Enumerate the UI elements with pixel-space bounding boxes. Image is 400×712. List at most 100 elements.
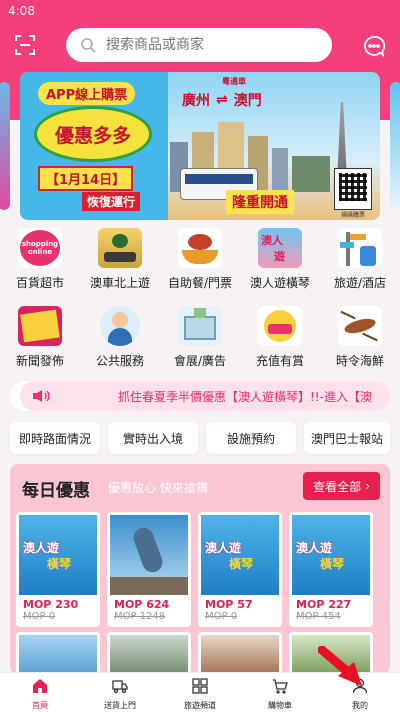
view-all-button[interactable]: 查看全部 › bbox=[303, 472, 380, 500]
category-label: 澳人遊橫琴 bbox=[249, 276, 310, 290]
category-label: 新聞發佈 bbox=[15, 354, 64, 368]
deal-price: MOP 230 bbox=[23, 598, 79, 611]
banner-carousel[interactable]: APP線上購票 優惠多多 【1月14日】 恢復運行 粵通車 廣州 ⇌ 澳門 隆重… bbox=[0, 70, 400, 220]
quick-link-bus-report[interactable]: 澳門巴士報站 bbox=[304, 422, 390, 454]
deal-image-aquarium bbox=[110, 515, 188, 595]
deal-card[interactable] bbox=[198, 632, 282, 674]
qr-code-icon bbox=[334, 168, 372, 210]
top-header bbox=[0, 22, 400, 70]
deal-card[interactable] bbox=[16, 632, 100, 674]
deal-card[interactable]: MOP 624 MOP 1248 bbox=[107, 512, 191, 627]
grid-icon bbox=[192, 678, 208, 694]
category-label: 百貨超市 bbox=[15, 276, 64, 290]
category-label: 時令海鮮 bbox=[335, 354, 384, 368]
deal-card[interactable]: 澳人遊 橫琴 MOP 57 MOP 0 bbox=[198, 512, 282, 627]
cart-icon bbox=[273, 679, 288, 694]
status-bar: 4:08 bbox=[0, 0, 400, 22]
category-car-north[interactable]: 澳車北上遊 bbox=[80, 228, 160, 291]
marquee-text: 抓住春夏季半價優惠【澳人遊橫琴】!!-進入【澳 bbox=[118, 390, 372, 404]
deal-original-price: MOP 0 bbox=[205, 611, 238, 622]
banner-promo-panel: APP線上購票 優惠多多 【1月14日】 恢復運行 bbox=[20, 72, 168, 220]
deal-card[interactable] bbox=[107, 632, 191, 674]
tab-delivery[interactable]: 送貨上門 bbox=[80, 673, 160, 712]
route-arrow-icon: ⇌ bbox=[216, 92, 228, 108]
deal-original-price: MOP 0 bbox=[23, 611, 56, 622]
category-label: 會展/廣告 bbox=[173, 354, 227, 368]
category-department-store[interactable]: shopping online 百貨超市 bbox=[0, 228, 80, 291]
pointer-arrow-icon bbox=[318, 646, 362, 686]
next-banner-peek[interactable] bbox=[390, 82, 400, 210]
chat-icon[interactable] bbox=[362, 34, 386, 58]
speaker-icon bbox=[33, 390, 50, 402]
car-north-icon bbox=[98, 228, 142, 268]
banner-route: 廣州 ⇌ 澳門 bbox=[182, 90, 262, 110]
deal-image bbox=[201, 635, 279, 674]
promo-banner[interactable]: APP線上購票 優惠多多 【1月14日】 恢復運行 粵通車 廣州 ⇌ 澳門 隆重… bbox=[20, 72, 380, 220]
search-bar[interactable] bbox=[66, 28, 332, 62]
deals-subtitle: 優惠放心 快來搶購 bbox=[108, 481, 208, 495]
announcement-marquee[interactable]: 抓住春夏季半價優惠【澳人遊橫琴】!!-進入【澳 bbox=[10, 381, 390, 411]
search-icon bbox=[81, 38, 96, 53]
qr-caption: 掃碼購票 bbox=[340, 212, 365, 219]
deal-image bbox=[19, 635, 97, 674]
tab-home[interactable]: 首頁 bbox=[0, 673, 80, 712]
banner-route-sub: 粵通車 bbox=[222, 77, 246, 86]
tab-label: 送貨上門 bbox=[104, 701, 136, 710]
category-label: 澳車北上遊 bbox=[89, 276, 150, 290]
deal-price: MOP 624 bbox=[114, 598, 170, 611]
category-row-2: 新聞發佈 公共服務 會展/廣告 充值有賞 時令海鮮 bbox=[0, 306, 400, 380]
route-to: 澳門 bbox=[233, 93, 262, 109]
category-label: 充值有賞 bbox=[255, 354, 304, 368]
tab-travel[interactable]: 旅遊頻道 bbox=[160, 673, 240, 712]
tab-label: 首頁 bbox=[32, 701, 48, 710]
category-topup-reward[interactable]: 充值有賞 bbox=[240, 306, 320, 369]
home-icon bbox=[33, 679, 47, 693]
quick-link-road-conditions[interactable]: 即時路面情況 bbox=[10, 422, 100, 454]
category-row-1: shopping online 百貨超市 澳車北上遊 自助餐/門票 澳人 遊 澳… bbox=[0, 228, 400, 302]
scan-icon[interactable] bbox=[14, 34, 36, 56]
category-seafood[interactable]: 時令海鮮 bbox=[320, 306, 400, 369]
deals-title: 每日優惠 bbox=[22, 481, 90, 501]
banner-line1: APP線上購票 bbox=[38, 82, 136, 105]
status-time: 4:08 bbox=[8, 4, 35, 18]
topup-icon bbox=[258, 306, 302, 346]
category-exhibition-ads[interactable]: 會展/廣告 bbox=[160, 306, 240, 369]
category-buffet-tickets[interactable]: 自助餐/門票 bbox=[160, 228, 240, 291]
category-travel-hotel[interactable]: 旅遊/酒店 bbox=[320, 228, 400, 291]
category-news[interactable]: 新聞發佈 bbox=[0, 306, 80, 369]
public-service-icon bbox=[100, 306, 140, 346]
deal-image bbox=[110, 635, 188, 674]
chevron-right-icon: › bbox=[365, 479, 370, 493]
deal-price: MOP 227 bbox=[296, 598, 352, 611]
category-hengqin[interactable]: 澳人 遊 澳人遊橫琴 bbox=[240, 228, 320, 291]
banner-resume: 恢復運行 bbox=[82, 192, 141, 211]
category-label: 自助餐/門票 bbox=[167, 276, 233, 290]
exhibition-icon bbox=[178, 306, 222, 346]
deal-card[interactable]: 澳人遊 橫琴 MOP 230 MOP 0 bbox=[16, 512, 100, 627]
quick-link-border-crossing[interactable]: 實時出入境 bbox=[108, 422, 198, 454]
prev-banner-peek[interactable] bbox=[0, 82, 10, 210]
delivery-icon bbox=[112, 680, 128, 694]
tab-label: 旅遊頻道 bbox=[184, 701, 216, 710]
tab-label: 我的 bbox=[352, 701, 368, 710]
daily-deals-section: 每日優惠 優惠放心 快來搶購 查看全部 › 澳人遊 橫琴 MOP 230 MOP… bbox=[10, 464, 390, 674]
tab-label: 購物車 bbox=[268, 701, 292, 710]
buffet-icon bbox=[178, 228, 222, 268]
category-label: 公共服務 bbox=[95, 354, 144, 368]
banner-grand-open: 隆重開通 bbox=[226, 190, 294, 214]
deal-original-price: MOP 1248 bbox=[114, 611, 166, 622]
deal-image-hengqin: 澳人遊 橫琴 bbox=[201, 515, 279, 595]
quick-link-facility-booking[interactable]: 設施預約 bbox=[206, 422, 296, 454]
deal-original-price: MOP 454 bbox=[296, 611, 341, 622]
deal-image-hengqin: 澳人遊 橫琴 bbox=[292, 515, 370, 595]
quick-links: 即時路面情況 實時出入境 設施預約 澳門巴士報站 bbox=[0, 422, 400, 456]
shopping-online-icon: shopping online bbox=[18, 228, 62, 268]
tab-cart[interactable]: 購物車 bbox=[240, 673, 320, 712]
category-public-service[interactable]: 公共服務 bbox=[80, 306, 160, 369]
deal-card[interactable]: 澳人遊 橫琴 MOP 227 MOP 454 bbox=[289, 512, 373, 627]
deal-image-hengqin: 澳人遊 橫琴 bbox=[19, 515, 97, 595]
banner-date: 【1月14日】 bbox=[38, 166, 134, 191]
travel-icon bbox=[338, 228, 382, 268]
category-label: 旅遊/酒店 bbox=[333, 276, 387, 290]
search-input[interactable] bbox=[106, 37, 306, 53]
